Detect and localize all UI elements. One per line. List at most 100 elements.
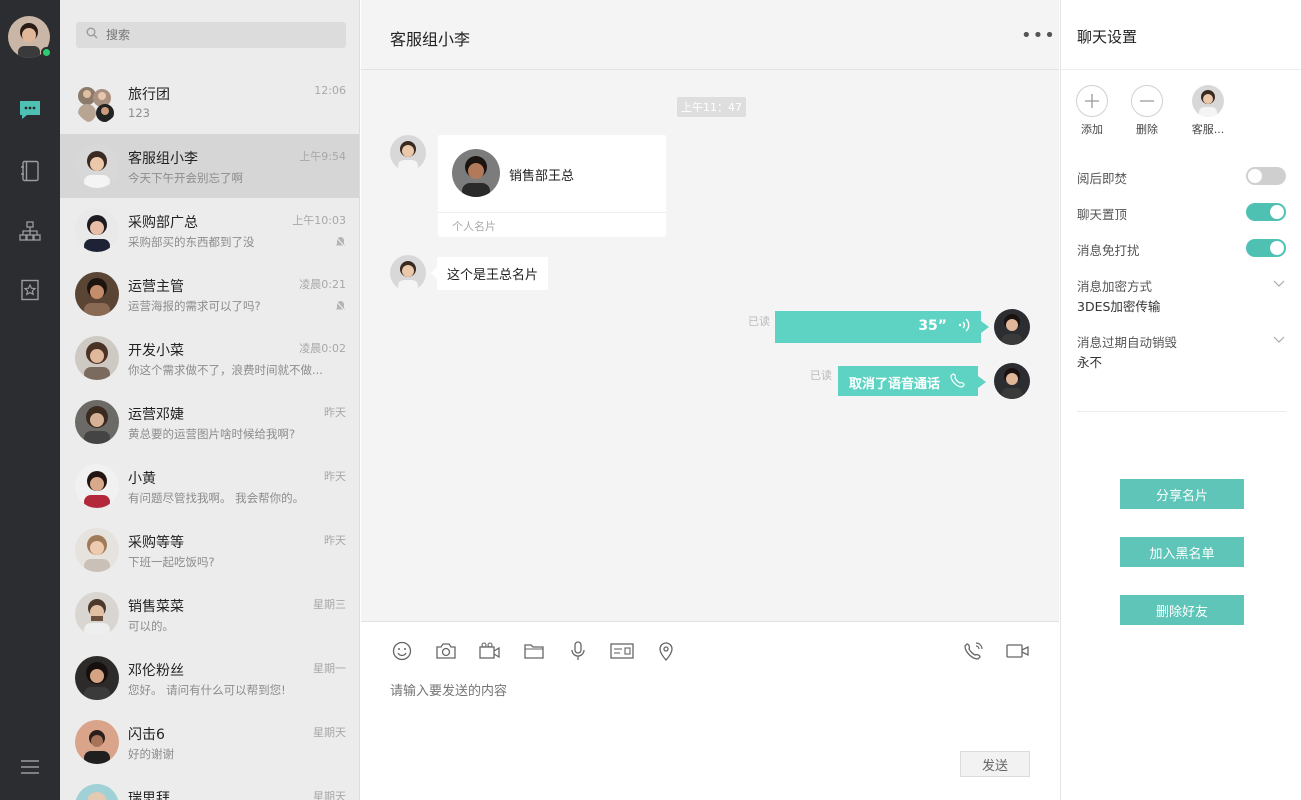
conversation-name: 邓伦粉丝 [128,663,184,679]
conversation-name: 旅行团 [128,87,170,103]
more-options-icon[interactable]: ••• [1021,25,1056,46]
conversation-name: 采购部广总 [128,215,198,231]
do-not-disturb-toggle[interactable] [1246,239,1286,257]
conversation-item[interactable]: 销售菜菜 星期三 可以的。 [60,582,359,646]
add-member-button[interactable]: 添加 [1070,85,1114,137]
conversation-item[interactable]: 邓伦粉丝 星期一 您好。 请问有什么可以帮到您! [60,646,359,710]
conversation-name: 闪击6 [128,727,165,743]
pin-chat-label: 聊天置顶 [1077,207,1128,222]
conversation-preview: 好的谢谢 [128,747,174,761]
muted-bell-icon [335,300,346,316]
chat-settings-panel: 聊天设置 添加 删除 客服... 阅后即焚 聊天置顶 消息免打扰 消息加密方式 … [1060,0,1301,800]
conversation-preview: 运营海报的需求可以了吗? [128,299,261,313]
chat-panel: 客服组小李 ••• 上午11：47 销售部王总 个人名片 这个是王总名片 已读 … [361,0,1059,800]
menu-icon[interactable] [15,752,45,782]
avatar [75,272,119,316]
muted-bell-icon [335,236,346,252]
online-status-dot [41,47,52,58]
avatar [75,784,119,800]
avatar [75,592,119,636]
conversation-item[interactable]: 小黄 昨天 有问题尽管找我啊。 我会帮你的。 [60,454,359,518]
call-message-text: 取消了语音通话 [849,377,941,392]
burn-after-read-label: 阅后即焚 [1077,171,1128,186]
burn-after-read-toggle[interactable] [1246,167,1286,185]
encryption-value[interactable]: 3DES加密传输 [1077,296,1160,315]
divider [1061,69,1301,70]
conversation-time: 昨天 [324,406,346,419]
conversation-name: 瑞思拜 [128,791,170,800]
conversation-item[interactable]: 运营邓婕 昨天 黄总要的运营图片啥时候给我啊? [60,390,359,454]
conversation-item[interactable]: 旅行团 12:06 123 [60,70,359,134]
card-footer: 个人名片 [438,212,666,239]
phone-cancelled-icon [950,372,968,392]
contact-card-message[interactable]: 销售部王总 个人名片 [438,135,666,237]
org-chart-icon[interactable] [15,216,45,246]
notebook-icon[interactable] [15,156,45,186]
send-button[interactable]: 发送 [960,751,1030,777]
divider [1077,411,1286,412]
voice-call-icon[interactable] [962,639,986,663]
conversation-preview: 123 [128,106,150,120]
folder-icon[interactable] [522,639,546,663]
group-avatar [75,80,119,124]
encryption-label: 消息加密方式 [1077,279,1153,294]
conversation-preview: 您好。 请问有什么可以帮到您! [128,683,286,697]
conversation-item[interactable]: 客服组小李 上午9:54 今天下午开会别忘了啊 [60,134,359,198]
card-name: 销售部王总 [509,169,575,184]
conversation-preview: 下班一起吃饭吗? [128,555,215,569]
my-avatar-small[interactable] [994,363,1030,399]
voice-wave-icon [957,317,971,337]
member-label: 客服... [1191,123,1225,136]
avatar [75,400,119,444]
add-to-blacklist-button[interactable]: 加入黑名单 [1120,537,1244,567]
read-receipt: 已读 [810,369,832,382]
conversation-name: 运营邓婕 [128,407,184,423]
message-input[interactable] [390,680,1030,740]
chat-icon[interactable] [15,95,45,125]
conversation-item[interactable]: 运营主管 凌晨0:21 运营海报的需求可以了吗? [60,262,359,326]
location-pin-icon[interactable] [654,639,678,663]
video-record-icon[interactable] [478,639,502,663]
my-avatar-small[interactable] [994,309,1030,345]
avatar [75,656,119,700]
conversation-time: 星期一 [313,662,346,675]
call-message[interactable]: 取消了语音通话 [838,366,987,396]
conversation-time: 凌晨0:02 [299,342,346,355]
conversation-item[interactable]: 采购等等 昨天 下班一起吃饭吗? [60,518,359,582]
conversation-item[interactable]: 开发小菜 凌晨0:02 你这个需求做不了，浪费时间就不做... [60,326,359,390]
voice-duration: 35” [918,318,947,334]
delete-friend-button[interactable]: 删除好友 [1120,595,1244,625]
conversation-item[interactable]: 闪击6 星期天 好的谢谢 [60,710,359,774]
conversation-name: 销售菜菜 [128,599,184,615]
remove-member-button[interactable]: 删除 [1125,85,1169,137]
avatar [75,144,119,188]
conversation-preview: 今天下午开会别忘了啊 [128,171,243,185]
conversation-item[interactable]: 瑞思拜 星期天 [60,774,359,800]
avatar [75,464,119,508]
chevron-down-icon[interactable] [1273,333,1285,348]
bookmark-star-icon[interactable] [15,275,45,305]
avatar [1192,85,1224,117]
video-call-icon[interactable] [1006,639,1030,663]
camera-icon[interactable] [434,639,458,663]
chevron-down-icon[interactable] [1273,277,1285,292]
conversation-time: 昨天 [324,470,346,483]
emoji-icon[interactable] [390,639,414,663]
conversation-time: 12:06 [314,84,346,97]
auto-destroy-value[interactable]: 永不 [1077,352,1102,371]
pin-chat-toggle[interactable] [1246,203,1286,221]
minus-icon [1131,85,1163,117]
search-input[interactable] [106,28,326,42]
sender-avatar[interactable] [390,135,426,171]
conversation-item[interactable]: 采购部广总 上午10:03 采购部买的东西都到了没 [60,198,359,262]
contact-card-icon[interactable] [610,639,634,663]
sender-avatar[interactable] [390,255,426,291]
voice-message[interactable]: 35” [775,311,989,343]
text-message: 这个是王总名片 [430,257,549,290]
share-card-button[interactable]: 分享名片 [1120,479,1244,509]
member-item[interactable]: 客服... [1186,85,1230,137]
search-box[interactable] [76,22,346,48]
do-not-disturb-label: 消息免打扰 [1077,243,1140,258]
conversation-preview: 你这个需求做不了，浪费时间就不做... [128,363,323,377]
microphone-icon[interactable] [566,639,590,663]
